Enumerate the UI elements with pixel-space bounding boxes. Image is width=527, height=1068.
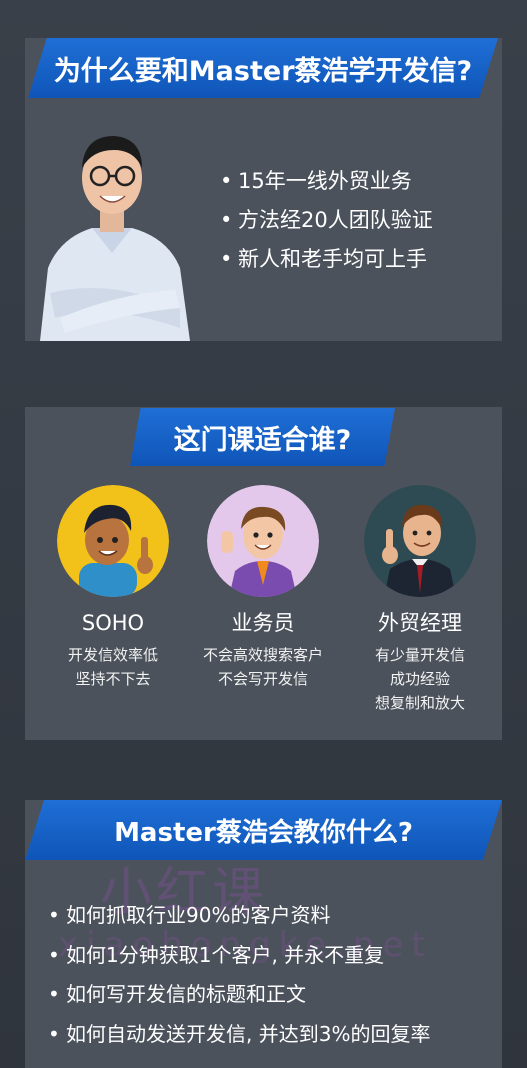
- persona-role: SOHO: [81, 611, 145, 635]
- curriculum-item: • 如何1分钟获取1个客户, 并永不重复: [48, 942, 385, 967]
- persona-soho: SOHO 开发信效率低 坚持不下去: [33, 485, 193, 691]
- curriculum-item: • 如何自动发送开发信, 并达到3%的回复率: [48, 1021, 431, 1046]
- intro-bullet: • 新人和老手均可上手: [220, 247, 427, 271]
- persona-trade-manager: 外贸经理 有少量开发信 成功经验 想复制和放大: [340, 485, 500, 715]
- persona-desc: 不会高效搜索客户 不会写开发信: [202, 646, 323, 688]
- intro-bullet-list: • 15年一线外贸业务 • 方法经20人团队验证 • 新人和老手均可上手: [220, 162, 433, 279]
- persona-desc: 有少量开发信 成功经验 想复制和放大: [374, 646, 465, 712]
- instructor-photo: [40, 136, 190, 341]
- curriculum-item: • 如何抓取行业90%的客户资料: [48, 903, 331, 927]
- persona-desc: 开发信效率低 坚持不下去: [67, 646, 158, 688]
- intro-bullet: • 15年一线外贸业务: [220, 169, 412, 193]
- persona-salesperson: 业务员 不会高效搜索客户 不会写开发信: [183, 485, 343, 691]
- salesperson-avatar-icon: [207, 485, 319, 597]
- curriculum-item: • 如何写开发信的标题和正文: [48, 982, 306, 1006]
- section1-title: 为什么要和Master蔡浩学开发信?: [28, 38, 498, 98]
- intro-bullet: • 方法经20人团队验证: [220, 208, 433, 232]
- persona-role: 业务员: [231, 611, 295, 635]
- curriculum-list: • 如何抓取行业90%的客户资料 • 如何1分钟获取1个客户, 并永不重复 • 如何写…: [48, 896, 430, 1054]
- section2-title: 这门课适合谁?: [130, 408, 395, 466]
- soho-avatar-icon: [57, 485, 169, 597]
- manager-avatar-icon: [364, 485, 476, 597]
- persona-role: 外贸经理: [378, 611, 462, 635]
